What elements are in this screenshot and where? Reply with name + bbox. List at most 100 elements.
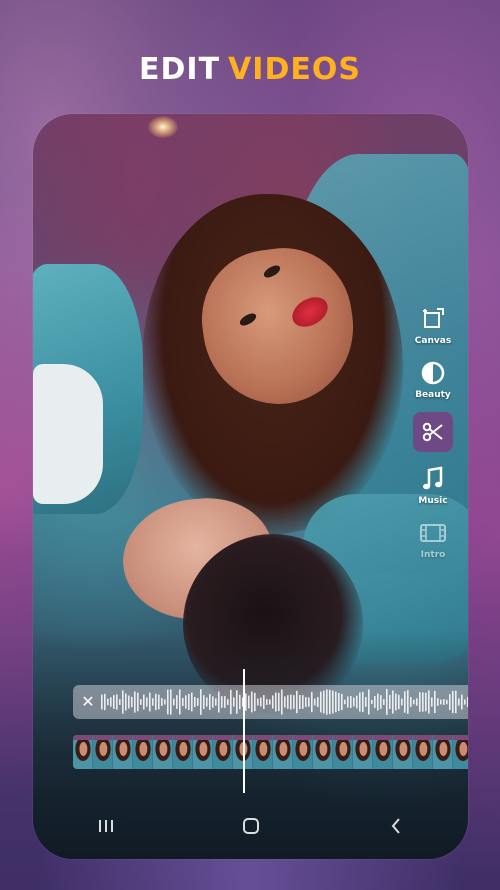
waveform-bar [101, 694, 103, 710]
video-thumbnail [193, 735, 212, 769]
close-icon[interactable]: ✕ [79, 692, 97, 711]
waveform-bar [182, 697, 184, 707]
waveform-bar [287, 695, 289, 709]
waveform-bar [437, 698, 439, 706]
waveform-bar [413, 699, 415, 705]
waveform-bar [131, 696, 133, 708]
waveform-bar [221, 696, 223, 708]
waveform-bar [167, 689, 169, 715]
waveform-bar [311, 691, 313, 713]
waveform-bar [281, 689, 283, 715]
waveform-bar [458, 698, 460, 706]
waveform-bar [389, 694, 391, 710]
canvas-icon [418, 304, 448, 334]
video-thumbnail [293, 735, 312, 769]
waveform-bar [170, 689, 172, 715]
waveform-bar [266, 699, 268, 705]
home-icon[interactable] [236, 811, 266, 841]
waveform-bar [446, 699, 448, 705]
waveform-bar [350, 696, 352, 708]
waveform-bar [257, 698, 259, 706]
waveform-bar [302, 695, 304, 709]
waveform-bar [248, 695, 250, 709]
tool-beauty[interactable]: Beauty [398, 358, 468, 400]
waveform-bar [227, 699, 229, 705]
video-thumbnail [93, 735, 112, 769]
video-thumbnail [393, 735, 412, 769]
waveform-bar [293, 695, 295, 709]
waveform-bar [434, 690, 436, 714]
tool-canvas[interactable]: Canvas [398, 304, 468, 346]
waveform-bar [173, 698, 175, 706]
waveform-bar [386, 689, 388, 715]
waveform-bar [395, 693, 397, 711]
video-thumbnail [253, 735, 272, 769]
video-thumbnail [333, 735, 352, 769]
waveform-bar [128, 695, 130, 709]
tool-intro[interactable]: Intro [398, 518, 468, 560]
waveform-bar [332, 690, 334, 714]
waveform-bar [140, 699, 142, 705]
waveform-bar [116, 694, 118, 710]
waveform-bar [410, 697, 412, 707]
recents-icon[interactable] [91, 811, 121, 841]
waveform-bar [392, 690, 394, 714]
video-thumbnail [273, 735, 292, 769]
waveform-bar [356, 695, 358, 709]
waveform-bar [143, 694, 145, 710]
video-thumbnail [353, 735, 372, 769]
music-note-icon [418, 464, 448, 494]
waveform-bar [374, 696, 376, 708]
waveform-bar [149, 692, 151, 712]
waveform-bar [188, 693, 190, 711]
waveform-bar [329, 689, 331, 715]
waveform-bar [401, 698, 403, 706]
waveform-bar [461, 694, 463, 710]
waveform-bar [245, 693, 247, 711]
waveform-bar [164, 699, 166, 705]
waveform-bar [353, 697, 355, 707]
tool-cut[interactable] [398, 412, 468, 452]
waveform-bar [317, 697, 319, 707]
video-thumbnail [373, 735, 392, 769]
tool-label: Intro [420, 550, 446, 560]
waveform-bar [197, 698, 199, 706]
video-thumbnail [153, 735, 172, 769]
tool-label: Music [418, 496, 448, 506]
waveform-bar [341, 693, 343, 711]
waveform-bar [323, 690, 325, 714]
back-icon[interactable] [381, 811, 411, 841]
waveform-bar [464, 699, 466, 705]
waveform-bar [125, 693, 127, 711]
waveform-bar [155, 693, 157, 711]
waveform-bar [134, 691, 136, 713]
tool-music[interactable]: Music [398, 464, 468, 506]
waveform-bar [122, 690, 124, 714]
waveform-bar [326, 689, 328, 715]
waveform-bar [347, 696, 349, 708]
waveform-bar [119, 699, 121, 705]
waveform-bar [203, 695, 205, 709]
tool-label: Beauty [415, 390, 451, 400]
waveform-bar [215, 698, 217, 706]
audio-track[interactable]: ✕ [73, 685, 468, 719]
phone-frame: Canvas Beauty Music Intro ✕ [33, 114, 468, 859]
waveform-bar [110, 697, 112, 707]
video-thumbnail [133, 735, 152, 769]
waveform-bar [443, 699, 445, 705]
waveform-bar [425, 692, 427, 712]
waveform-bar [107, 698, 109, 706]
playhead[interactable] [243, 669, 245, 793]
waveform-bar [212, 696, 214, 708]
waveform-bar [431, 697, 433, 707]
waveform-bar [263, 695, 265, 709]
video-thumbnail [433, 735, 452, 769]
headline-word-edit: EDIT [139, 52, 221, 87]
waveform-bar [380, 695, 382, 709]
waveform-bar [422, 692, 424, 712]
waveform-bar [191, 692, 193, 712]
waveform-bar [200, 689, 202, 715]
video-track[interactable] [73, 735, 468, 769]
audio-waveform [101, 689, 468, 715]
waveform-bar [104, 693, 106, 711]
